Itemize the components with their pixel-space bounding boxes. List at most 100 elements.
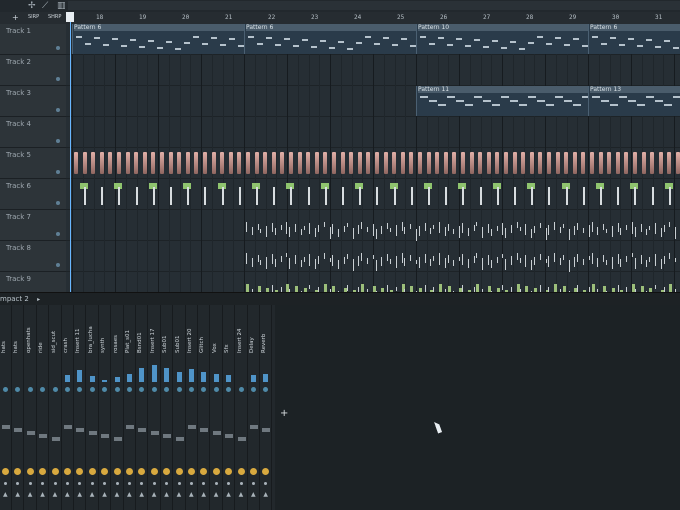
route-dot[interactable] <box>16 482 20 485</box>
audio-hit[interactable] <box>221 187 224 205</box>
volume-fader[interactable] <box>88 431 97 435</box>
track-mute-led[interactable] <box>56 170 60 174</box>
pan-knob[interactable] <box>188 468 195 475</box>
audio-hit[interactable] <box>426 152 431 174</box>
audio-hit[interactable] <box>633 152 637 174</box>
audio-hit[interactable] <box>289 152 293 174</box>
channel-active-led[interactable] <box>151 387 157 392</box>
audio-hit[interactable] <box>135 187 138 205</box>
piano-icon[interactable]: ▥ <box>57 1 66 11</box>
audio-hit[interactable] <box>204 187 207 205</box>
mixer-channel-strip[interactable]: Sub01 ▲ <box>161 305 174 510</box>
audio-hit[interactable] <box>142 152 147 174</box>
audio-hit[interactable] <box>615 152 620 174</box>
mixer-channel-strip[interactable]: Sfx ▲ <box>223 305 236 510</box>
send-arrow-icon[interactable]: ▲ <box>201 492 206 498</box>
mixer-channel-strip[interactable]: Insert 24 ▲ <box>236 305 248 510</box>
mixer-channel-strip[interactable]: Plat_s01 ▲ <box>124 305 136 510</box>
playlist-overview[interactable] <box>68 1 680 10</box>
audio-hit[interactable] <box>375 152 379 174</box>
audio-hit[interactable] <box>600 187 602 205</box>
audio-hit[interactable] <box>314 152 319 174</box>
send-arrow-icon[interactable]: ▲ <box>139 492 144 498</box>
audio-hit[interactable] <box>91 152 96 174</box>
audio-hit[interactable] <box>624 152 629 174</box>
route-dot[interactable] <box>202 482 206 485</box>
send-arrow-icon[interactable]: ▲ <box>127 492 132 498</box>
playhead[interactable] <box>70 12 71 292</box>
pan-knob[interactable] <box>76 468 84 475</box>
audio-hit[interactable] <box>496 187 499 205</box>
mixer-channel-strip[interactable]: synth ▲ <box>99 305 112 510</box>
channel-active-led[interactable] <box>114 387 120 392</box>
volume-fader[interactable] <box>200 428 209 432</box>
audio-hit[interactable] <box>290 187 293 205</box>
route-dot[interactable] <box>66 482 69 485</box>
audio-hit[interactable] <box>479 187 482 205</box>
channel-active-led[interactable] <box>65 387 70 392</box>
channel-active-led[interactable] <box>40 387 46 392</box>
audio-hit[interactable] <box>658 152 663 174</box>
channel-active-led[interactable] <box>89 387 95 392</box>
channel-active-led[interactable] <box>52 387 58 392</box>
audio-hit[interactable] <box>263 152 268 174</box>
send-arrow-icon[interactable]: ▲ <box>152 492 157 498</box>
volume-fader[interactable] <box>101 434 110 438</box>
audio-hit[interactable] <box>582 187 585 205</box>
add-icon[interactable]: + <box>12 13 19 22</box>
volume-fader[interactable] <box>212 431 221 435</box>
audio-hit[interactable] <box>538 152 543 174</box>
mixer-channel-strip[interactable]: bra_lucha ▲ <box>87 305 99 510</box>
send-arrow-icon[interactable]: ▲ <box>28 492 33 498</box>
track-mute-led[interactable] <box>56 201 60 205</box>
audio-hit[interactable] <box>152 187 155 205</box>
channel-active-led[interactable] <box>164 387 170 392</box>
channel-active-led[interactable] <box>139 387 145 392</box>
mixer-channel-strip[interactable]: rosaes ▲ <box>112 305 124 510</box>
pan-knob[interactable] <box>150 468 158 475</box>
audio-hit[interactable] <box>443 152 448 174</box>
audio-hit[interactable] <box>228 152 233 174</box>
route-dot[interactable] <box>103 482 107 485</box>
route-dot[interactable] <box>190 482 193 485</box>
track-mute-led[interactable] <box>56 232 60 236</box>
route-dot[interactable] <box>264 482 268 485</box>
audio-hit[interactable] <box>428 187 430 205</box>
pan-knob[interactable] <box>175 468 183 475</box>
channel-active-led[interactable] <box>77 387 83 392</box>
pan-knob[interactable] <box>126 468 133 475</box>
volume-fader[interactable] <box>225 434 234 438</box>
audio-hit[interactable] <box>651 187 654 205</box>
pan-knob[interactable] <box>51 468 59 475</box>
mixer-channel-strip[interactable]: hats ▲ <box>12 305 25 510</box>
audio-hit[interactable] <box>504 152 508 174</box>
route-dot[interactable] <box>140 482 144 485</box>
audio-hit[interactable] <box>409 152 414 174</box>
send-arrow-icon[interactable]: ▲ <box>53 492 58 498</box>
audio-hit[interactable] <box>187 187 190 205</box>
mixer-channel-strip[interactable]: Delay ▲ <box>248 305 260 510</box>
channel-active-led[interactable] <box>27 387 33 392</box>
audio-hit[interactable] <box>117 152 121 174</box>
mixer-channel-strip[interactable]: Insert 11 ▲ <box>74 305 87 510</box>
audio-hit[interactable] <box>418 152 422 174</box>
audio-hit[interactable] <box>74 152 78 174</box>
audio-hit[interactable] <box>668 187 671 205</box>
audio-hit[interactable] <box>118 187 121 205</box>
volume-fader[interactable] <box>39 434 48 438</box>
audio-hit[interactable] <box>108 152 113 174</box>
mixer-channel-strip[interactable]: ride ▲ <box>37 305 50 510</box>
pan-knob[interactable] <box>250 468 257 475</box>
audio-hit[interactable] <box>342 187 344 205</box>
audio-hit[interactable] <box>521 152 526 174</box>
audio-hit[interactable] <box>495 152 500 174</box>
audio-hit[interactable] <box>572 152 577 174</box>
send-arrow-icon[interactable]: ▲ <box>226 492 231 498</box>
slide-toggle[interactable]: SHRP <box>48 13 61 22</box>
pan-knob[interactable] <box>262 468 270 475</box>
audio-hit[interactable] <box>564 152 569 174</box>
audio-hit[interactable] <box>529 152 534 174</box>
audio-hit[interactable] <box>134 152 139 174</box>
pan-knob[interactable] <box>113 468 121 475</box>
route-dot[interactable] <box>227 482 231 485</box>
